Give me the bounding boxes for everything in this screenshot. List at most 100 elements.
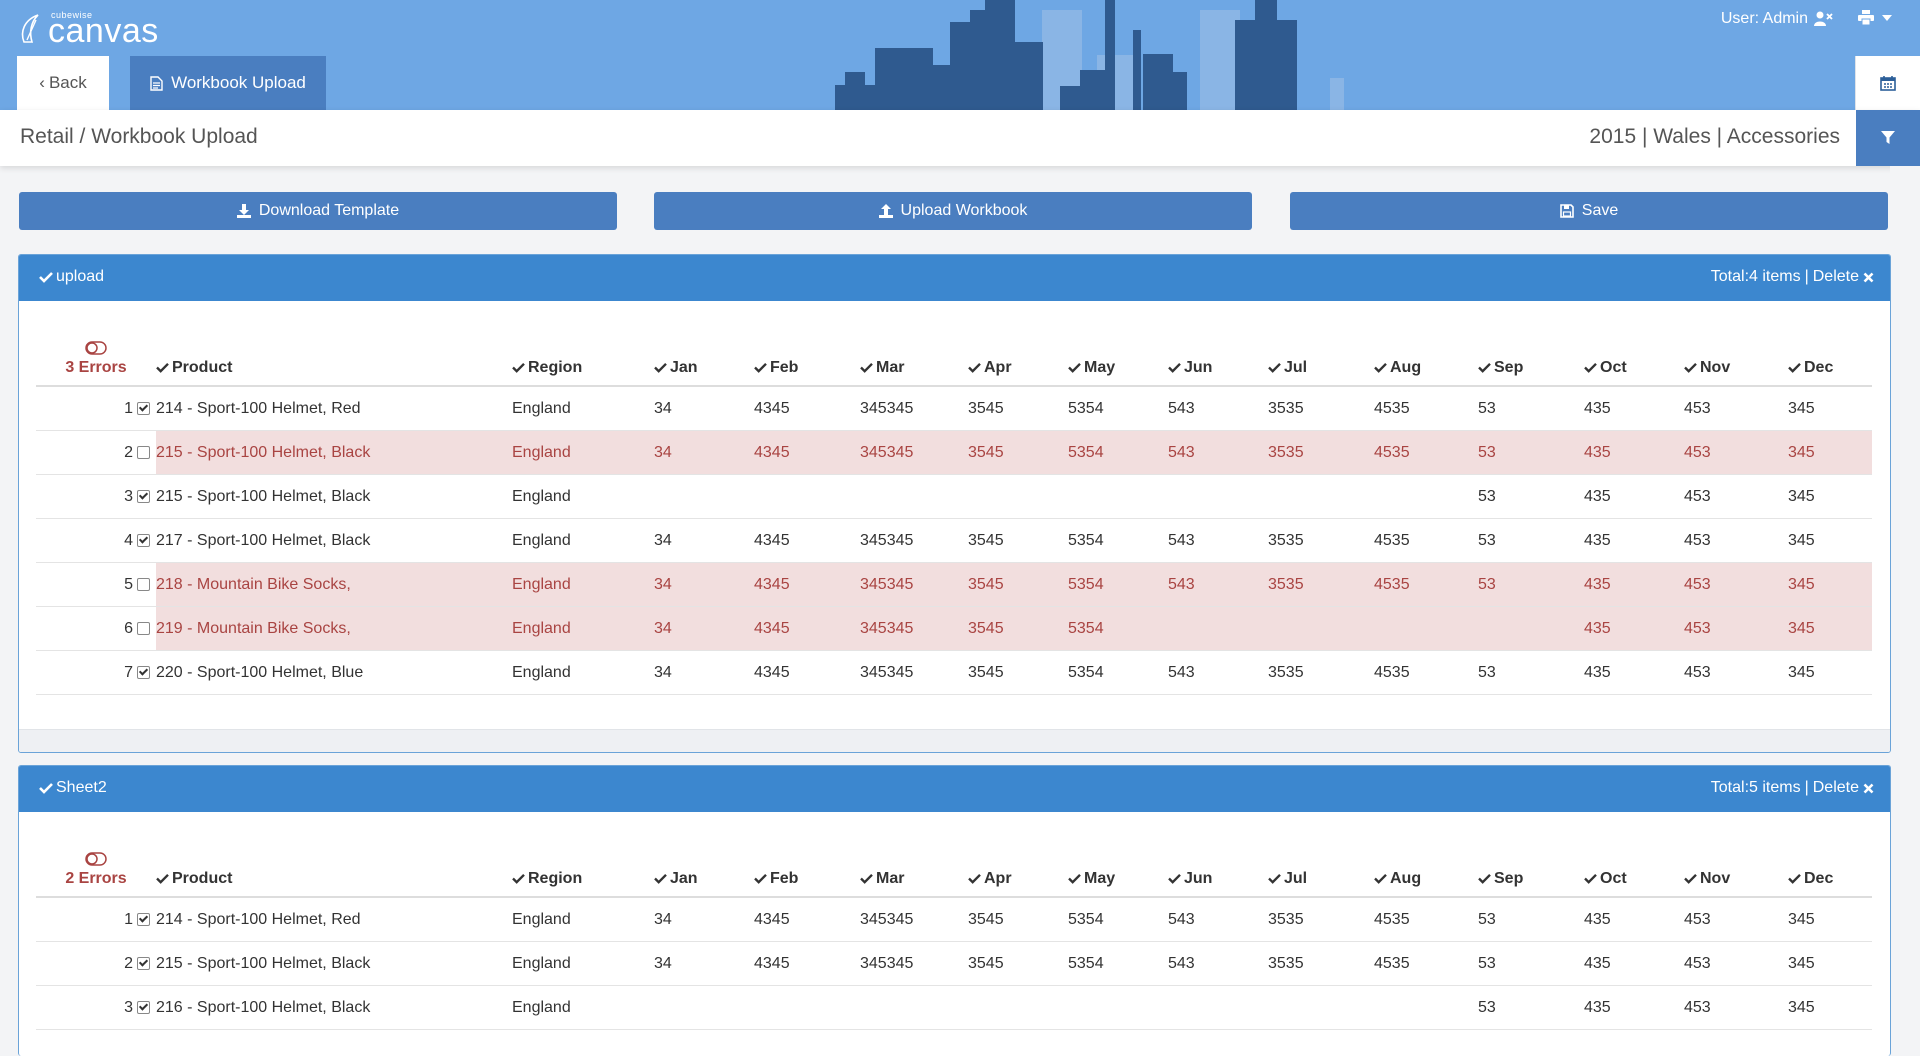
error-toggle-header[interactable]: 2 Errors: [36, 832, 156, 898]
toggle-icon[interactable]: [85, 341, 107, 355]
row-checkbox[interactable]: [137, 445, 150, 459]
cell-dec: 345: [1780, 941, 1872, 986]
check-icon: [1068, 362, 1081, 373]
column-header-dec[interactable]: Dec: [1780, 321, 1872, 387]
column-header-jan[interactable]: Jan: [646, 321, 746, 387]
column-header-sep[interactable]: Sep: [1470, 832, 1576, 898]
tab-workbook-upload[interactable]: Workbook Upload: [130, 56, 326, 110]
print-menu-button[interactable]: [1858, 10, 1892, 25]
column-header-nov[interactable]: Nov: [1676, 832, 1780, 898]
cell-nov: 453: [1676, 518, 1780, 563]
delete-sheet-link[interactable]: Delete: [1813, 268, 1859, 286]
cell-jun: 543: [1160, 941, 1260, 986]
check-icon: [1584, 873, 1597, 884]
check-icon: [1168, 873, 1181, 884]
cell-sep: 53: [1470, 562, 1576, 607]
column-header-jul[interactable]: Jul: [1260, 321, 1366, 387]
column-header-aug[interactable]: Aug: [1366, 321, 1470, 387]
column-header-mar[interactable]: Mar: [852, 321, 960, 387]
column-header-region[interactable]: Region: [504, 321, 646, 387]
row-checkbox[interactable]: [137, 621, 150, 635]
column-header-jul[interactable]: Jul: [1260, 832, 1366, 898]
close-icon[interactable]: [1863, 272, 1874, 283]
column-header-may[interactable]: May: [1060, 832, 1160, 898]
check-icon: [1374, 873, 1387, 884]
panel-title[interactable]: upload: [39, 268, 104, 286]
cell-oct: 435: [1576, 474, 1676, 519]
column-header-sep[interactable]: Sep: [1470, 321, 1576, 387]
panel-title[interactable]: Sheet2: [39, 779, 107, 797]
check-icon: [860, 873, 873, 884]
column-header-mar[interactable]: Mar: [852, 832, 960, 898]
check-icon: [654, 873, 667, 884]
column-header-product[interactable]: Product: [156, 321, 504, 387]
error-count: 2 Errors: [65, 870, 127, 887]
table-row: 2 215 - Sport-100 Helmet, Black England 34 4…: [36, 430, 1872, 475]
cell-apr: 3545: [960, 897, 1060, 942]
column-header-jun[interactable]: Jun: [1160, 832, 1260, 898]
column-header-oct[interactable]: Oct: [1576, 321, 1676, 387]
column-header-label: Feb: [770, 870, 799, 887]
cell-apr: 3545: [960, 941, 1060, 986]
panel-meta: Total:5 items | Delete: [1711, 779, 1874, 797]
column-header-apr[interactable]: Apr: [960, 832, 1060, 898]
column-header-oct[interactable]: Oct: [1576, 832, 1676, 898]
cell-jul: [1260, 985, 1366, 1030]
row-checkbox[interactable]: [137, 577, 150, 591]
right-scroll-gutter: [1890, 166, 1920, 1034]
cell-jan: 34: [646, 650, 746, 695]
row-checkbox[interactable]: [137, 533, 150, 547]
cell-oct: 435: [1576, 941, 1676, 986]
column-header-may[interactable]: May: [1060, 321, 1160, 387]
save-button[interactable]: Save: [1290, 192, 1888, 230]
cell-jul: 3535: [1260, 941, 1366, 986]
cell-oct: 435: [1576, 897, 1676, 942]
column-header-feb[interactable]: Feb: [746, 321, 852, 387]
check-icon: [156, 362, 169, 373]
column-header-label: Oct: [1600, 359, 1627, 376]
cell-aug: 4535: [1366, 897, 1470, 942]
error-toggle-header[interactable]: 3 Errors: [36, 321, 156, 387]
column-header-jun[interactable]: Jun: [1160, 321, 1260, 387]
column-header-feb[interactable]: Feb: [746, 832, 852, 898]
upload-workbook-button[interactable]: Upload Workbook: [654, 192, 1252, 230]
row-checkbox[interactable]: [137, 912, 150, 926]
row-selector: 3: [36, 474, 156, 519]
column-header-nov[interactable]: Nov: [1676, 321, 1780, 387]
column-header-product[interactable]: Product: [156, 832, 504, 898]
column-header-apr[interactable]: Apr: [960, 321, 1060, 387]
check-icon: [1584, 362, 1597, 373]
column-header-region[interactable]: Region: [504, 832, 646, 898]
cell-apr: 3545: [960, 562, 1060, 607]
row-checkbox[interactable]: [137, 1000, 150, 1014]
row-number: 1: [124, 910, 133, 928]
column-header-jan[interactable]: Jan: [646, 832, 746, 898]
cell-apr: 3545: [960, 606, 1060, 651]
row-checkbox[interactable]: [137, 489, 150, 503]
cell-aug: 4535: [1366, 430, 1470, 475]
cell-jul: 3535: [1260, 430, 1366, 475]
user-menu[interactable]: User: Admin: [1721, 10, 1834, 28]
cell-nov: 453: [1676, 897, 1780, 942]
row-number: 3: [124, 487, 133, 505]
row-checkbox[interactable]: [137, 665, 150, 679]
cell-sep: [1470, 606, 1576, 651]
row-number: 2: [124, 443, 133, 461]
close-icon[interactable]: [1863, 783, 1874, 794]
calendar-button[interactable]: [1855, 56, 1920, 110]
back-button[interactable]: ‹ Back: [17, 56, 109, 110]
check-icon: [1684, 873, 1697, 884]
row-checkbox[interactable]: [137, 956, 150, 970]
row-checkbox[interactable]: [137, 401, 150, 415]
delete-sheet-link[interactable]: Delete: [1813, 779, 1859, 797]
toggle-icon[interactable]: [85, 852, 107, 866]
column-header-dec[interactable]: Dec: [1780, 832, 1872, 898]
user-label: User: Admin: [1720, 10, 1808, 27]
cell-may: 5354: [1060, 897, 1160, 942]
column-header-label: Region: [528, 359, 583, 376]
cell-aug: 4535: [1366, 650, 1470, 695]
column-header-aug[interactable]: Aug: [1366, 832, 1470, 898]
filter-button[interactable]: [1856, 110, 1920, 166]
download-template-button[interactable]: Download Template: [19, 192, 617, 230]
column-header-label: May: [1084, 870, 1116, 887]
